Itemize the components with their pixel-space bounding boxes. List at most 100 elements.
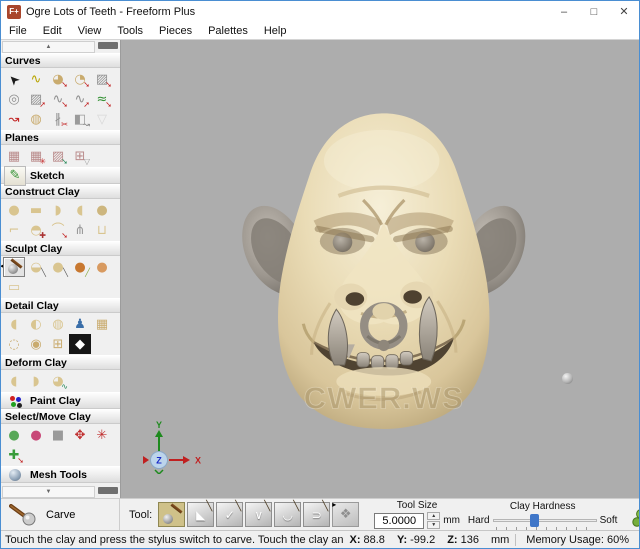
clay-bone-tool[interactable]: ⌐ xyxy=(3,220,25,240)
extend-curve-tool[interactable]: ↝ xyxy=(3,109,25,129)
menu-edit[interactable]: Edit xyxy=(35,24,70,38)
palette-row-paint-clay[interactable]: Paint Clay xyxy=(1,392,120,409)
carve-scoop-tool-button[interactable]: ◡╲ xyxy=(274,502,301,527)
palette-header-construct-clay[interactable]: Construct Clay xyxy=(1,184,120,199)
flatten-tool[interactable]: ▭ xyxy=(3,277,25,297)
ball-on-plane-tool[interactable]: ◍ xyxy=(25,109,47,129)
carve-tool-button[interactable] xyxy=(158,502,185,527)
clay-pick-tool[interactable]: ⋔ xyxy=(69,220,91,240)
wheel-cutter-tool[interactable]: ●╱ xyxy=(69,257,91,277)
funnel-tool[interactable]: ▽ xyxy=(91,109,113,129)
clay-hardness-group: Clay Hardness Hard Soft xyxy=(468,501,617,529)
blend-curves-tool[interactable]: ≈➘ xyxy=(91,89,113,109)
draw-curve-tool[interactable]: ∿ xyxy=(25,69,47,89)
menu-file[interactable]: File xyxy=(1,24,35,38)
carve-vee-tool-button[interactable]: ∨╲ xyxy=(245,502,272,527)
menu-pieces[interactable]: Pieces xyxy=(151,24,200,38)
pivot-tool[interactable]: ✚➘ xyxy=(3,445,25,465)
palette-header-detail-clay[interactable]: Detail Clay xyxy=(1,298,120,313)
toolbox-grip-top[interactable] xyxy=(98,42,118,49)
edit-curve-tool[interactable]: ∿➘ xyxy=(47,89,69,109)
menu-tools[interactable]: Tools xyxy=(109,24,151,38)
palette-header-curves[interactable]: Curves xyxy=(1,53,120,68)
menu-palettes[interactable]: Palettes xyxy=(200,24,256,38)
clay-slab-tool[interactable]: ▬ xyxy=(25,200,47,220)
palette-header-planes[interactable]: Planes xyxy=(1,130,120,145)
clay-hardness-slider[interactable] xyxy=(493,513,597,529)
scale-clay-tool[interactable]: ✳ xyxy=(91,425,113,445)
clay-dome-tool[interactable]: ◖ xyxy=(69,200,91,220)
paint-clay-icon[interactable] xyxy=(4,391,26,411)
tool-size-up-button[interactable]: ▲ xyxy=(427,512,440,520)
carve-slice-tool-button[interactable]: ⊃╲ xyxy=(303,502,330,527)
slider-thumb[interactable] xyxy=(530,514,539,527)
maximize-button[interactable]: □ xyxy=(579,1,609,22)
texture-dots-tool[interactable]: ◌ xyxy=(3,334,25,354)
menu-view[interactable]: View xyxy=(70,24,110,38)
menu-help[interactable]: Help xyxy=(256,24,295,38)
texture-swirl-tool[interactable]: ◉ xyxy=(25,334,47,354)
texture-grid-tool[interactable]: ⊞ xyxy=(47,334,69,354)
palette-row-mesh-tools[interactable]: Mesh Tools xyxy=(1,466,120,483)
stamp-tool[interactable]: ◆ xyxy=(69,334,91,354)
tool-size-input[interactable] xyxy=(374,513,424,529)
clay-mask-tool[interactable]: ◓✚ xyxy=(25,220,47,240)
3d-viewport[interactable]: CWER.WS Y Z X xyxy=(121,40,639,498)
curve-to-plane-tool[interactable]: ▨➘ xyxy=(91,69,113,89)
dynamic-plane-tool[interactable]: ▦✳ xyxy=(25,146,47,166)
palette-row-sketch[interactable]: ✎Sketch xyxy=(1,167,120,184)
carve-check-tool-button[interactable]: ✓╲ xyxy=(216,502,243,527)
bend-tool[interactable]: ◕∿ xyxy=(47,371,69,391)
carve-tool[interactable] xyxy=(3,257,25,277)
emboss-figure-tool[interactable]: ♟ xyxy=(69,314,91,334)
move-clay-tool[interactable]: ✥ xyxy=(69,425,91,445)
caterpillar-button[interactable] xyxy=(631,501,640,529)
hardness-min-label: Hard xyxy=(468,515,490,526)
emboss-ridge-tool[interactable]: ◖ xyxy=(3,314,25,334)
status-y-value: -99.2 xyxy=(410,534,435,546)
smudge-tool[interactable]: ◒╲ xyxy=(25,257,47,277)
project-curve-tool[interactable]: ▨➚ xyxy=(25,89,47,109)
carve-notch-tool-button[interactable]: ◣╲ xyxy=(187,502,214,527)
clay-blob-tool[interactable]: ◗ xyxy=(47,200,69,220)
select-lasso-tool[interactable]: ● xyxy=(3,425,25,445)
carve-tool-icon xyxy=(9,504,37,526)
toolbox-scroll-up-button[interactable]: ▲ xyxy=(2,41,95,53)
mesh-tools-icon[interactable] xyxy=(4,465,26,485)
select-tool[interactable]: ➤ xyxy=(3,69,25,89)
mirror-tool-button[interactable]: ❖▸ xyxy=(332,502,359,527)
clay-pipe-tool[interactable]: ⌒➘ xyxy=(47,220,69,240)
minimize-button[interactable]: – xyxy=(549,1,579,22)
clay-egg-tool[interactable]: ● xyxy=(91,200,113,220)
palette-header-select-move-clay[interactable]: Select/Move Clay xyxy=(1,409,120,424)
toolbox-scroll-down-button[interactable]: ▼ xyxy=(2,486,95,498)
close-button[interactable]: ✕ xyxy=(609,1,639,22)
bulge-tool[interactable]: ◖ xyxy=(3,371,25,391)
curve-on-ball-tool[interactable]: ◕➘ xyxy=(47,69,69,89)
split-plane-tool[interactable]: ⊞▽ xyxy=(69,146,91,166)
texture-weave-tool[interactable]: ▦ xyxy=(91,314,113,334)
palette-header-deform-clay[interactable]: Deform Clay xyxy=(1,355,120,370)
tug-tool[interactable]: ● xyxy=(91,257,113,277)
plane-from-curve-tool[interactable]: ▨➘ xyxy=(47,146,69,166)
tool-size-down-button[interactable]: ▼ xyxy=(427,521,440,529)
smooth-tool[interactable]: ●╲ xyxy=(47,257,69,277)
clay-bucket-tool[interactable]: ⊔ xyxy=(91,220,113,240)
palette-header-sculpt-clay[interactable]: Sculpt Clay xyxy=(1,241,120,256)
select-paint-tool[interactable]: ● xyxy=(25,425,47,445)
curve-on-cube-tool[interactable]: ◧↝ xyxy=(69,109,91,129)
tile-grid-select-move-clay: ●●■✥✳✚➘ xyxy=(1,424,120,466)
dent-tool[interactable]: ◗ xyxy=(25,371,47,391)
construction-plane-tool[interactable]: ▦ xyxy=(3,146,25,166)
split-curve-tool[interactable]: ∦✂ xyxy=(47,109,69,129)
hardness-max-label: Soft xyxy=(600,515,618,526)
clay-lump-tool[interactable]: ● xyxy=(3,200,25,220)
emboss-crescent-tool[interactable]: ◐ xyxy=(25,314,47,334)
select-box-tool[interactable]: ■ xyxy=(47,425,69,445)
sketch-icon[interactable]: ✎ xyxy=(4,166,26,186)
smooth-curve-tool[interactable]: ∿➚ xyxy=(69,89,91,109)
toolbox-grip-bottom[interactable] xyxy=(98,487,118,494)
wrap-curve-tool[interactable]: ◔➘ xyxy=(69,69,91,89)
coil-tool[interactable]: ◎ xyxy=(3,89,25,109)
emboss-swirl-tool[interactable]: ◍ xyxy=(47,314,69,334)
